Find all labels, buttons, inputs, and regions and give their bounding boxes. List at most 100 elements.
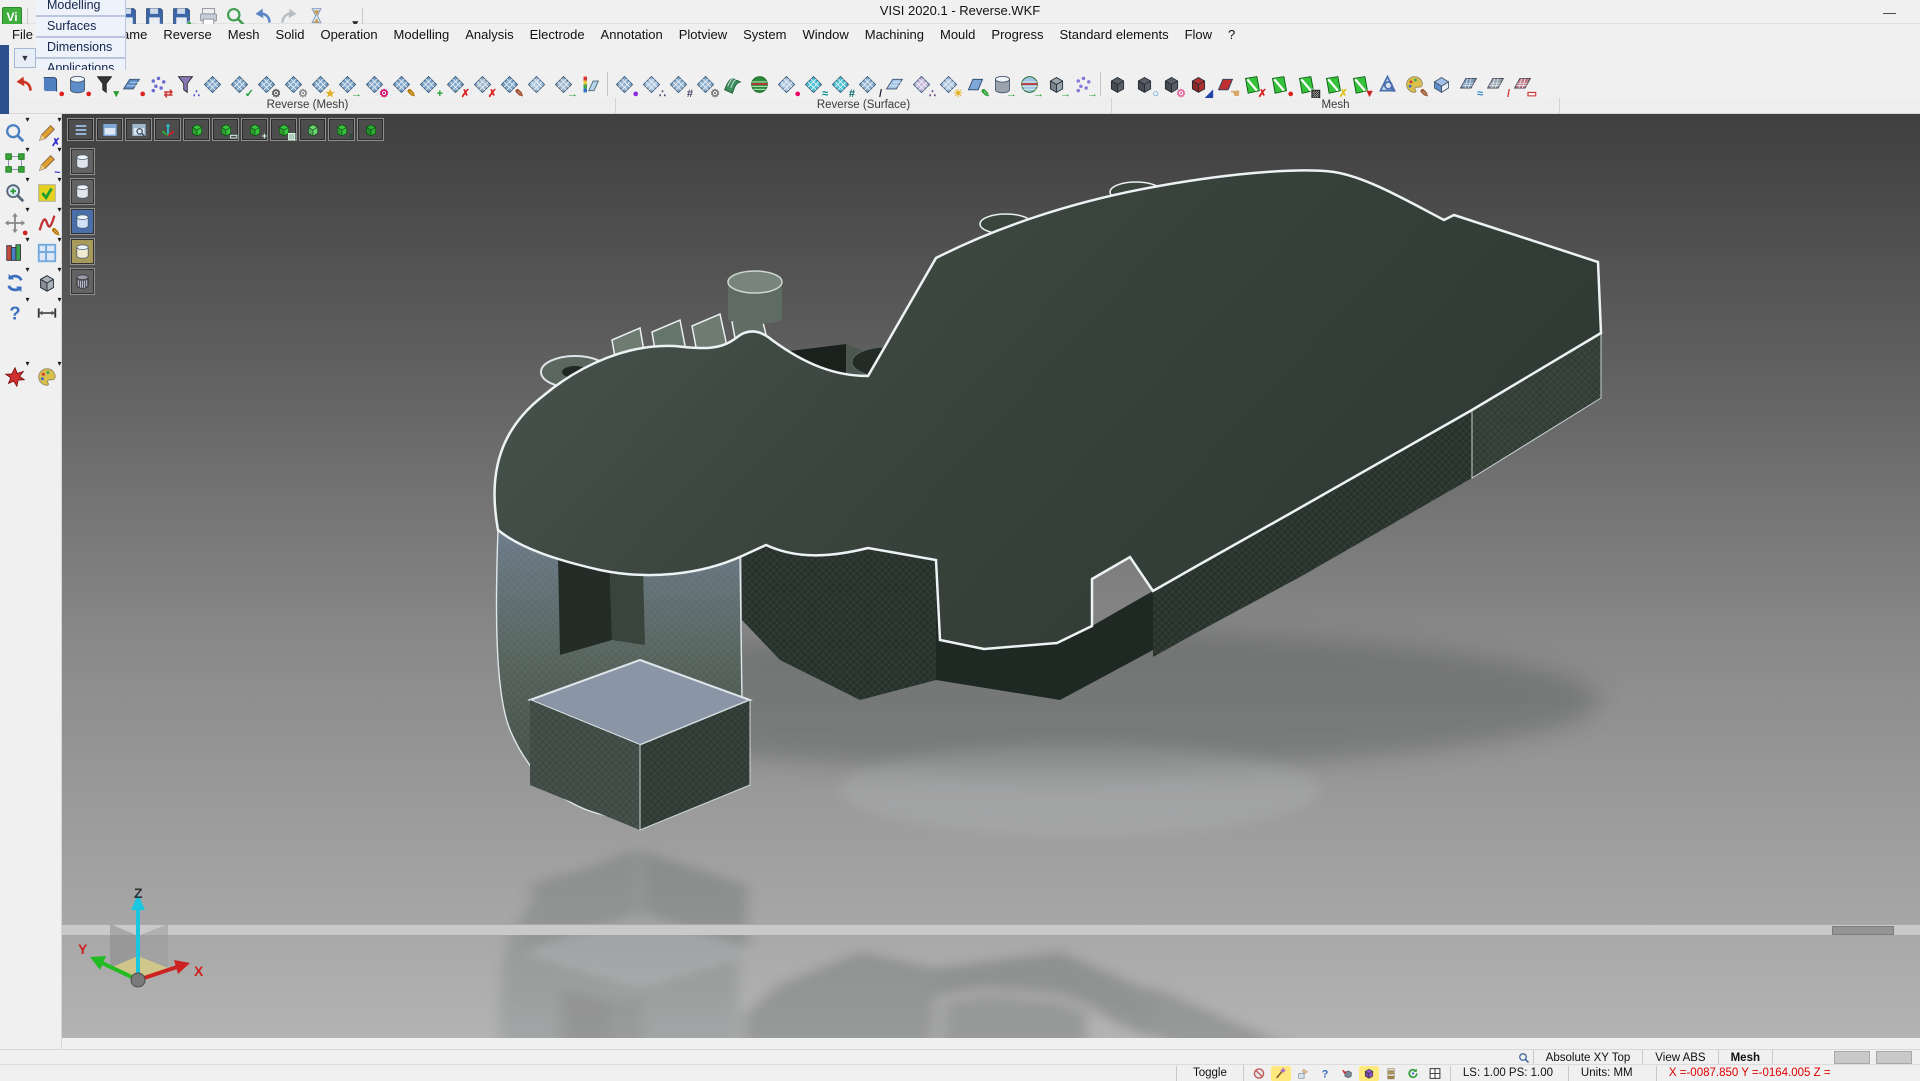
measure-distance-icon[interactable] [34,300,60,326]
filter-meshes-icon[interactable] [70,208,95,235]
shade-analysis-icon[interactable]: ≈ [328,118,355,141]
menu-item-system[interactable]: System [735,25,794,44]
mesh-rebuild-icon[interactable]: ⚙ [361,71,388,97]
mesh-create-icon[interactable] [199,71,226,97]
zoom-dynamic-icon[interactable] [2,120,28,146]
mesh-parameters-icon[interactable]: ⚙ [1158,71,1185,97]
mesh-from-file-icon[interactable]: ● [37,71,64,97]
surface-sphere-fit-icon[interactable]: → [1016,71,1043,97]
status-button-1[interactable] [1834,1051,1870,1064]
tab-surfaces[interactable]: Surfaces [36,16,126,37]
status-grid-icon[interactable] [1425,1066,1445,1081]
surface-from-points-icon[interactable]: → [1070,71,1097,97]
mesh-inspect-icon[interactable]: ○ [1131,71,1158,97]
surface-grid-icon[interactable]: ⚙ [692,71,719,97]
menu-item-mould[interactable]: Mould [932,25,983,44]
filter-wireframe-icon[interactable] [70,268,95,295]
surface-corner-icon[interactable]: ● [773,71,800,97]
mesh-paint-icon[interactable]: ✎ [496,71,523,97]
status-rotate-icon[interactable] [1403,1066,1423,1081]
workplane-cell[interactable]: Absolute XY Top [1533,1050,1643,1065]
triangle-stripe-icon[interactable]: ▨ [1293,71,1320,97]
surface-draft-icon[interactable]: ✎ [962,71,989,97]
erase-entity-icon[interactable]: ✗ [34,120,60,146]
surface-plane-icon[interactable] [881,71,908,97]
view-grid-window-icon[interactable] [34,240,60,266]
edit-curve-icon[interactable]: ~ [34,150,60,176]
confirm-checkbox-icon[interactable] [34,180,60,206]
status-button-2[interactable] [1876,1051,1912,1064]
selection-frame-icon[interactable] [2,150,28,176]
tab-modelling[interactable]: Modelling [36,0,126,16]
mesh-from-cylinder-icon[interactable]: ● [64,71,91,97]
explode-icon[interactable] [2,364,28,390]
menu-item-operation[interactable]: Operation [312,25,385,44]
shade-hidden-line-icon[interactable]: ▭ [212,118,239,141]
mesh-update-icon[interactable]: → [334,71,361,97]
layer-manager-icon[interactable] [2,240,28,266]
surface-point-icon[interactable]: ● [611,71,638,97]
wcs-axis-icon[interactable]: ● [2,210,28,236]
surface-patch-icon[interactable]: ∴ [638,71,665,97]
shade-shaded-icon[interactable]: + [241,118,268,141]
mesh-frame-icon[interactable]: ▭ [1509,71,1536,97]
point-cloud-filter-icon[interactable]: ∴ [172,71,199,97]
mesh-repair-icon[interactable]: ⚙ [253,71,280,97]
mesh-cube-icon[interactable] [1104,71,1131,97]
shade-solid-icon[interactable] [357,118,384,141]
filter-surfaces-icon[interactable] [70,178,95,205]
view-zoom-window-icon[interactable] [125,118,152,141]
triangle-delete-icon[interactable]: ✗ [1239,71,1266,97]
menu-item-modelling[interactable]: Modelling [386,25,458,44]
status-box-hand-icon[interactable] [1293,1066,1313,1081]
tab-dimensions[interactable]: Dimensions [36,37,126,58]
mesh-delete-icon[interactable]: ✗ [442,71,469,97]
mesh-paint-properties-icon[interactable]: ✎ [1401,71,1428,97]
menu-item-q[interactable]: ? [1220,25,1243,44]
shade-wireframe-icon[interactable] [183,118,210,141]
status-no-snap-icon[interactable] [1249,1066,1269,1081]
render-options-icon[interactable] [34,364,60,390]
help-icon[interactable] [2,300,28,326]
menu-item-plotview[interactable]: Plotview [671,25,735,44]
mesh-compare-icon[interactable]: ◢ [1185,71,1212,97]
triangle-invert-icon[interactable]: ▼ [1347,71,1374,97]
mesh-export-icon[interactable]: → [550,71,577,97]
view-axis-icon[interactable] [154,118,181,141]
mesh-settings-icon[interactable]: ⚙ [280,71,307,97]
spline-edit-icon[interactable]: ✎ [34,210,60,236]
mesh-add-icon[interactable]: + [415,71,442,97]
menu-item-mesh[interactable]: Mesh [220,25,268,44]
model-canvas[interactable] [62,114,1920,1038]
menu-item-flow[interactable]: Flow [1177,25,1220,44]
filter-solids-icon[interactable] [70,148,95,175]
collapsed-panel-edge[interactable] [0,45,9,114]
surface-sweep-icon[interactable] [719,71,746,97]
surface-cylinder-fit-icon[interactable]: → [989,71,1016,97]
regenerate-icon[interactable] [2,270,28,296]
surface-network-icon[interactable]: # [827,71,854,97]
point-cloud-align-icon[interactable]: ⇄ [145,71,172,97]
mesh-smooth-icon[interactable] [523,71,550,97]
surface-blend-icon[interactable]: ∴ [908,71,935,97]
view-abs-cell[interactable]: View ABS [1642,1050,1717,1065]
menu-item-solid[interactable]: Solid [268,25,313,44]
mesh-edit-icon[interactable]: ✎ [388,71,415,97]
surface-freeform-fit-icon[interactable]: → [1043,71,1070,97]
menu-item-analysis[interactable]: Analysis [457,25,521,44]
point-filter-icon[interactable]: ▾ [91,71,118,97]
menu-item-progress[interactable]: Progress [983,25,1051,44]
toggle-cell[interactable]: Toggle [1176,1066,1243,1081]
surface-section-icon[interactable]: / [854,71,881,97]
menu-item-machining[interactable]: Machining [857,25,932,44]
surface-fit-icon[interactable]: # [665,71,692,97]
menu-item-standard-elements[interactable]: Standard elements [1051,25,1176,44]
menu-item-window[interactable]: Window [794,25,856,44]
sketch-curve-icon[interactable] [10,71,37,97]
triangle-pick-icon[interactable]: ☚ [1212,71,1239,97]
mesh-hide-icon[interactable]: / [1482,71,1509,97]
mesh-optimize-icon[interactable]: ★ [307,71,334,97]
triangle-zoom-icon[interactable] [1374,71,1401,97]
zoom-plus-icon[interactable] [2,180,28,206]
view-menu-icon[interactable] [67,118,94,141]
